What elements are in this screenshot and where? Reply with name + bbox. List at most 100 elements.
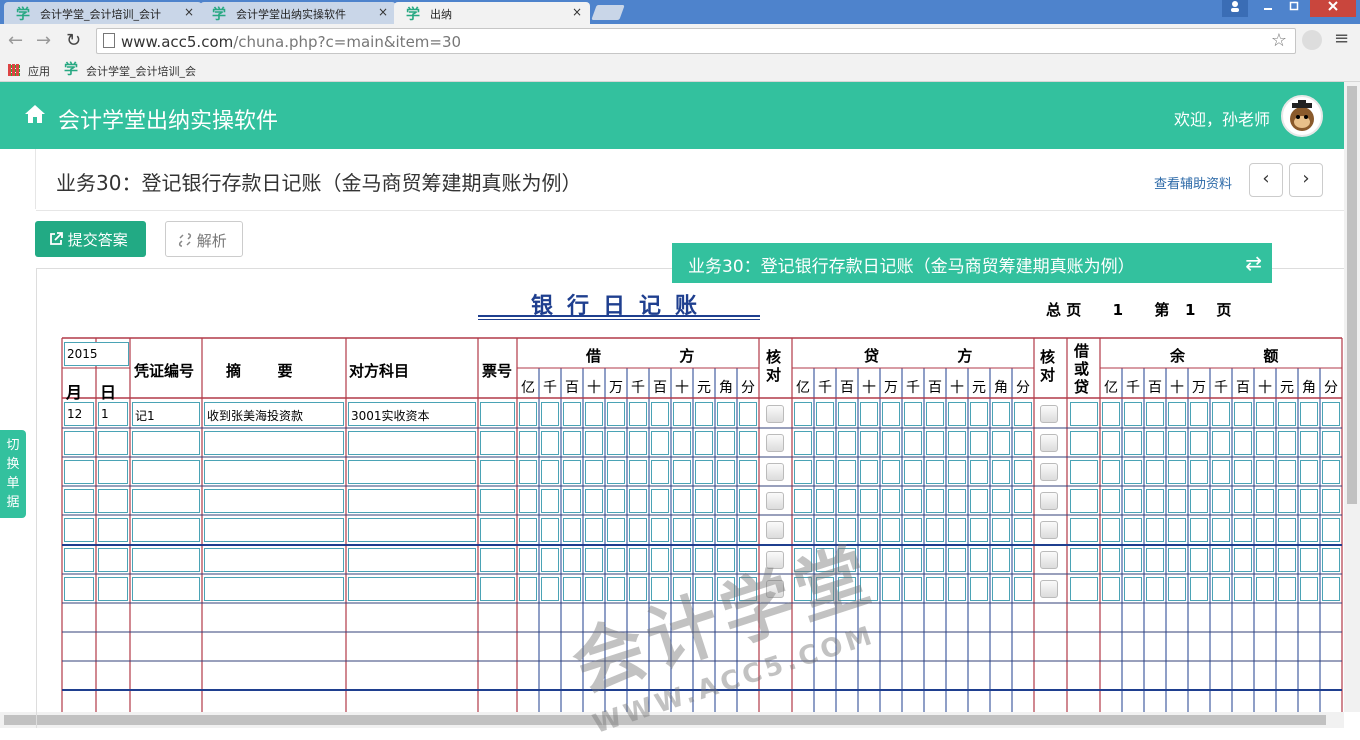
amount-digit-field[interactable] xyxy=(992,489,1010,513)
amount-digit-field[interactable] xyxy=(739,548,757,572)
amount-digit-field[interactable] xyxy=(1124,402,1142,426)
amount-digit-field[interactable] xyxy=(1014,460,1032,484)
amount-digit-field[interactable] xyxy=(1168,460,1186,484)
row-voucher-field[interactable] xyxy=(132,518,200,542)
amount-digit-field[interactable] xyxy=(904,460,922,484)
direction-field[interactable] xyxy=(1070,489,1098,513)
amount-digit-field[interactable] xyxy=(1146,460,1164,484)
amount-digit-field[interactable] xyxy=(651,431,669,455)
amount-digit-field[interactable] xyxy=(1212,548,1230,572)
check-checkbox[interactable] xyxy=(1040,551,1058,569)
amount-digit-field[interactable] xyxy=(1234,431,1252,455)
amount-digit-field[interactable] xyxy=(717,518,735,542)
amount-digit-field[interactable] xyxy=(882,489,900,513)
amount-digit-field[interactable] xyxy=(1278,577,1296,601)
amount-digit-field[interactable] xyxy=(816,577,834,601)
amount-digit-field[interactable] xyxy=(1124,548,1142,572)
amount-digit-field[interactable] xyxy=(860,577,878,601)
amount-digit-field[interactable] xyxy=(585,402,603,426)
row-month-field[interactable] xyxy=(64,431,94,455)
amount-digit-field[interactable] xyxy=(1234,577,1252,601)
amount-digit-field[interactable] xyxy=(1190,460,1208,484)
amount-digit-field[interactable] xyxy=(1190,548,1208,572)
amount-digit-field[interactable] xyxy=(651,489,669,513)
amount-digit-field[interactable] xyxy=(1256,489,1274,513)
amount-digit-field[interactable] xyxy=(519,577,537,601)
amount-digit-field[interactable] xyxy=(1256,431,1274,455)
amount-digit-field[interactable] xyxy=(1146,431,1164,455)
amount-digit-field[interactable] xyxy=(607,548,625,572)
amount-digit-field[interactable] xyxy=(1300,431,1318,455)
amount-digit-field[interactable] xyxy=(519,548,537,572)
row-day-field[interactable] xyxy=(98,518,128,542)
row-account-field[interactable]: 3001实收资本 xyxy=(348,402,476,426)
amount-digit-field[interactable] xyxy=(948,518,966,542)
direction-field[interactable] xyxy=(1070,402,1098,426)
amount-digit-field[interactable] xyxy=(519,489,537,513)
amount-digit-field[interactable] xyxy=(1322,489,1340,513)
amount-digit-field[interactable] xyxy=(904,431,922,455)
amount-digit-field[interactable] xyxy=(904,402,922,426)
amount-digit-field[interactable] xyxy=(717,577,735,601)
amount-digit-field[interactable] xyxy=(629,402,647,426)
amount-digit-field[interactable] xyxy=(1102,402,1120,426)
amount-digit-field[interactable] xyxy=(970,431,988,455)
amount-digit-field[interactable] xyxy=(563,431,581,455)
amount-digit-field[interactable] xyxy=(519,460,537,484)
amount-digit-field[interactable] xyxy=(860,489,878,513)
amount-digit-field[interactable] xyxy=(1256,577,1274,601)
amount-digit-field[interactable] xyxy=(1322,460,1340,484)
amount-digit-field[interactable] xyxy=(673,402,691,426)
row-summary-field[interactable] xyxy=(204,518,344,542)
amount-digit-field[interactable] xyxy=(1322,431,1340,455)
amount-digit-field[interactable] xyxy=(607,518,625,542)
amount-digit-field[interactable] xyxy=(739,518,757,542)
amount-digit-field[interactable] xyxy=(1256,460,1274,484)
amount-digit-field[interactable] xyxy=(882,402,900,426)
check-checkbox[interactable] xyxy=(1040,463,1058,481)
amount-digit-field[interactable] xyxy=(585,518,603,542)
amount-digit-field[interactable] xyxy=(1190,577,1208,601)
row-voucher-field[interactable] xyxy=(132,548,200,572)
amount-digit-field[interactable] xyxy=(1300,489,1318,513)
amount-digit-field[interactable] xyxy=(717,548,735,572)
amount-digit-field[interactable] xyxy=(948,431,966,455)
amount-digit-field[interactable] xyxy=(1124,577,1142,601)
amount-digit-field[interactable] xyxy=(651,548,669,572)
check-checkbox[interactable] xyxy=(766,521,784,539)
amount-digit-field[interactable] xyxy=(695,431,713,455)
swap-icon[interactable]: ⇄ xyxy=(1245,251,1262,275)
direction-field[interactable] xyxy=(1070,577,1098,601)
amount-digit-field[interactable] xyxy=(838,460,856,484)
amount-digit-field[interactable] xyxy=(673,548,691,572)
amount-digit-field[interactable] xyxy=(717,460,735,484)
amount-digit-field[interactable] xyxy=(1102,518,1120,542)
amount-digit-field[interactable] xyxy=(926,577,944,601)
amount-digit-field[interactable] xyxy=(860,548,878,572)
row-ticket-field[interactable] xyxy=(480,402,515,426)
amount-digit-field[interactable] xyxy=(860,518,878,542)
row-account-field[interactable] xyxy=(348,548,476,572)
row-summary-field[interactable] xyxy=(204,489,344,513)
amount-digit-field[interactable] xyxy=(1168,518,1186,542)
row-month-field[interactable] xyxy=(64,577,94,601)
amount-digit-field[interactable] xyxy=(1212,577,1230,601)
amount-digit-field[interactable] xyxy=(651,402,669,426)
amount-digit-field[interactable] xyxy=(926,460,944,484)
amount-digit-field[interactable] xyxy=(541,577,559,601)
amount-digit-field[interactable] xyxy=(1300,577,1318,601)
row-day-field[interactable] xyxy=(98,577,128,601)
amount-digit-field[interactable] xyxy=(1124,518,1142,542)
check-checkbox[interactable] xyxy=(1040,580,1058,598)
amount-digit-field[interactable] xyxy=(717,402,735,426)
amount-digit-field[interactable] xyxy=(882,577,900,601)
amount-digit-field[interactable] xyxy=(563,577,581,601)
check-checkbox[interactable] xyxy=(766,405,784,423)
amount-digit-field[interactable] xyxy=(816,548,834,572)
amount-digit-field[interactable] xyxy=(1278,489,1296,513)
amount-digit-field[interactable] xyxy=(585,548,603,572)
amount-digit-field[interactable] xyxy=(541,431,559,455)
amount-digit-field[interactable] xyxy=(607,489,625,513)
amount-digit-field[interactable] xyxy=(948,577,966,601)
amount-digit-field[interactable] xyxy=(1014,577,1032,601)
